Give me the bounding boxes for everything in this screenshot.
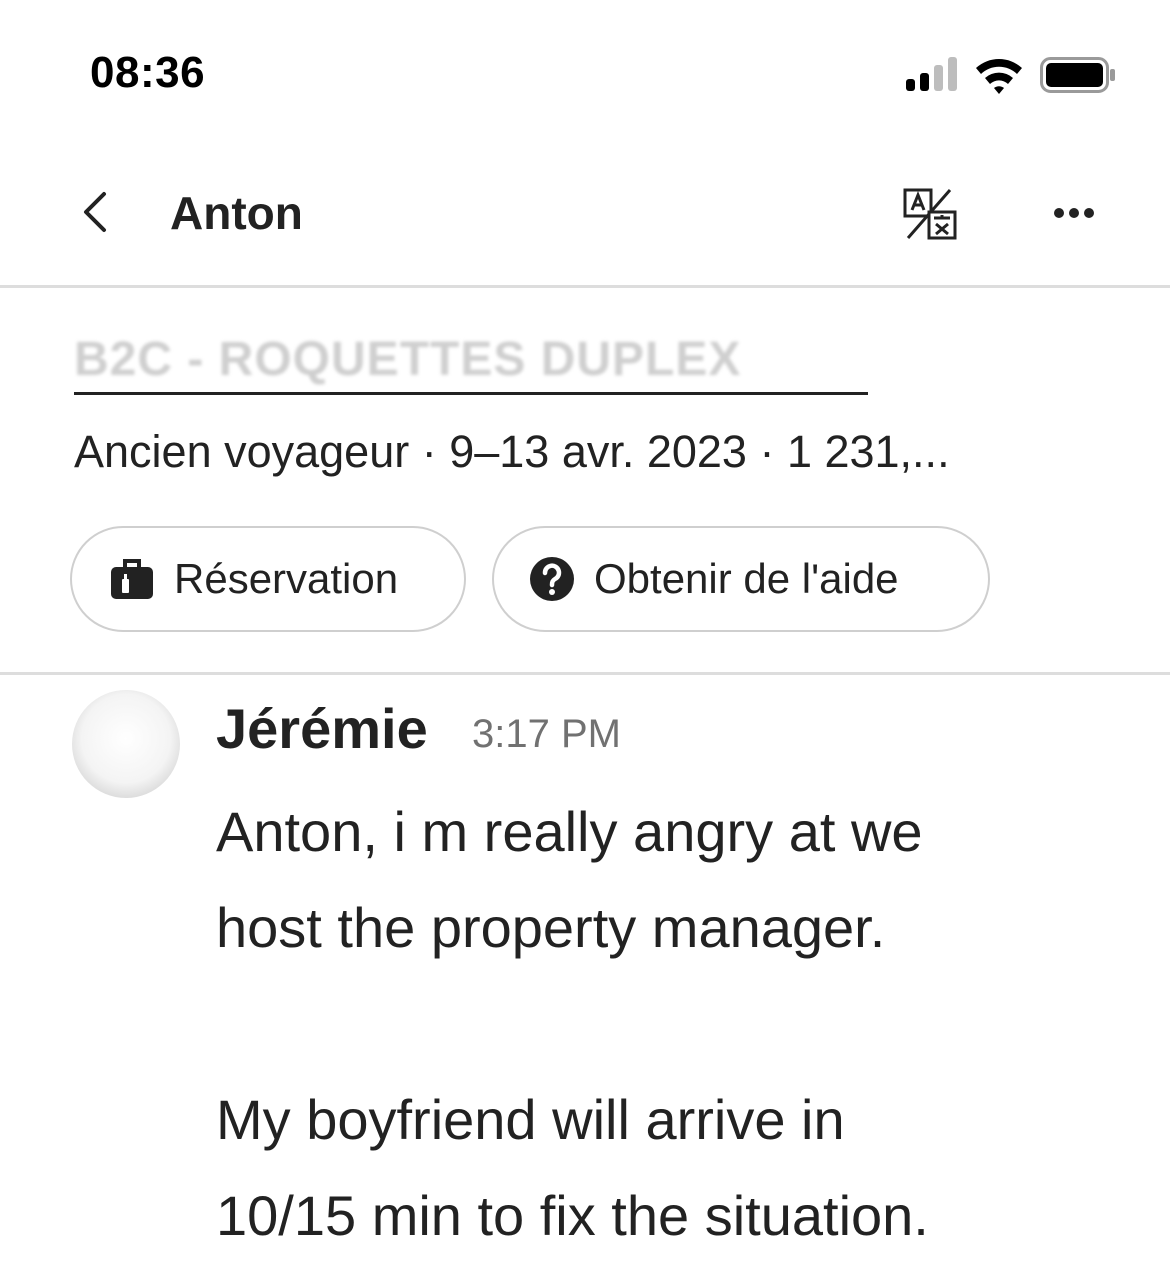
header-divider [0,285,1170,288]
question-circle-icon [530,557,574,601]
message-line: 10/15 min to fix the situation. [216,1184,929,1247]
more-options-icon[interactable] [1046,192,1102,232]
message-line: My boyfriend will arrive in [216,1088,845,1151]
reservation-summary: Ancien voyageur · 9–13 avr. 2023 · 1 231… [74,426,950,477]
message-sender: Jérémie [216,697,428,760]
back-chevron-icon[interactable] [74,188,122,236]
suitcase-icon [111,559,153,599]
cellular-signal-icon [906,57,960,91]
message-line: Anton, i m really angry at we [216,800,923,863]
battery-icon [1040,57,1115,93]
listing-name-text: B2C - ROQUETTES DUPLEX [74,333,742,386]
section-divider [0,672,1170,675]
get-help-label: Obtenir de l'aide [594,555,899,602]
get-help-button[interactable]: Obtenir de l'aide [492,526,990,632]
listing-name-link[interactable]: B2C - ROQUETTES DUPLEX [74,332,868,395]
conversation-title: Anton [170,187,303,239]
reservation-button[interactable]: Réservation [70,526,466,632]
translate-icon[interactable] [902,186,958,242]
message-line: host the property manager. [216,896,886,959]
status-time: 08:36 [90,48,206,97]
wifi-icon [976,59,1022,94]
message-time: 3:17 PM [472,712,621,756]
avatar[interactable] [72,690,180,798]
reservation-label: Réservation [174,555,399,602]
